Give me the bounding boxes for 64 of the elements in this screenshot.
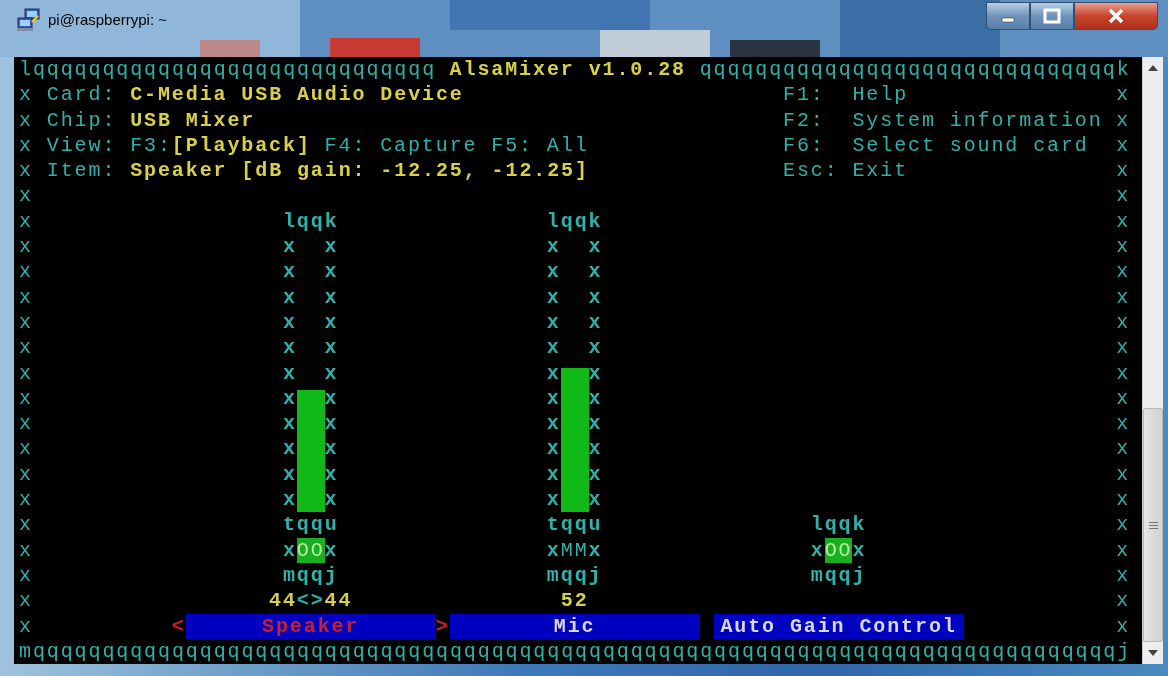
frame-line: mqqj: [282, 562, 339, 589]
help-action: Exit: [852, 158, 908, 184]
view-key: F4:: [324, 132, 367, 159]
frame-line: lqqk: [546, 208, 603, 235]
info-label: View:: [46, 132, 117, 159]
computers-icon: [16, 8, 42, 32]
channel-separator: <>: [296, 588, 325, 614]
selection-marker: >: [435, 613, 450, 639]
up-arrow-icon[interactable]: [1148, 65, 1158, 71]
minimize-icon: [1001, 17, 1015, 23]
view-option: [Playback]: [171, 132, 311, 159]
frame-line: tqqu: [546, 512, 603, 538]
info-value: USB Mixer: [130, 107, 256, 133]
frame-line: x: [852, 537, 867, 563]
border-line: qqqqqqqqqqqqqqqqqqqqqqqqqqqqqqk: [699, 57, 1131, 83]
frame-line: mqqj: [546, 562, 603, 589]
down-arrow-icon[interactable]: [1148, 650, 1158, 656]
info-value: C-Media USB Audio Device: [130, 82, 464, 108]
maximize-button[interactable]: [1030, 2, 1074, 30]
frame-line: mqqj: [810, 562, 867, 589]
scrollbar-thumb[interactable]: [1143, 408, 1163, 642]
frame-line: lqqk: [810, 512, 867, 538]
help-key: F1:: [783, 82, 825, 108]
channel-label: Auto Gain Control: [713, 613, 964, 639]
frame-line: x: [810, 537, 825, 563]
help-action: Help: [852, 82, 908, 108]
frame-line: x: [588, 537, 603, 563]
help-key: Esc:: [783, 158, 839, 184]
channel-label: Speaker: [185, 613, 436, 639]
border-line: xxxxxxxxxxxxxxxxxxxxxx: [1116, 82, 1130, 639]
volume-value: 52: [560, 588, 589, 614]
view-key: F5:: [491, 132, 533, 159]
volume-value: 44: [324, 588, 353, 614]
channel-label: Mic: [449, 613, 700, 639]
view-option: Capture: [380, 132, 478, 159]
window-title: pi@raspberrypi: ~: [48, 11, 168, 28]
view-option: All: [546, 132, 589, 159]
scrollbar[interactable]: [1142, 57, 1163, 664]
selection-marker: <: [171, 613, 186, 639]
border-line: lqqqqqqqqqqqqqqqqqqqqqqqqqqqqq: [19, 57, 436, 83]
frame-line: x: [282, 537, 297, 563]
frame-line: xxxxxxxxxxx: [324, 234, 338, 513]
frame-line: xxxxxxxxxxx: [588, 234, 602, 513]
help-action: System information: [852, 107, 1103, 133]
close-icon: [1107, 8, 1125, 24]
frame-line: x: [546, 537, 561, 563]
help-key: F2:: [783, 107, 825, 133]
minimize-button[interactable]: [986, 2, 1030, 30]
help-action: Select sound card: [852, 132, 1089, 159]
info-label: Chip:: [46, 107, 117, 133]
info-label: Card:: [46, 82, 117, 108]
view-key: F3:: [130, 132, 172, 159]
maximize-icon: [1043, 8, 1061, 24]
grip-icon: [1148, 521, 1158, 529]
app-title: AlsaMixer v1.0.28: [449, 57, 686, 83]
info-value: Speaker [dB gain: -12.25, -12.25]: [130, 158, 589, 184]
frame-line: lqqk: [282, 208, 339, 235]
volume-value: 44: [269, 588, 297, 614]
frame-line: tqqu: [282, 512, 339, 538]
help-key: F6:: [783, 132, 825, 159]
close-button[interactable]: [1074, 2, 1158, 30]
border-line: mqqqqqqqqqqqqqqqqqqqqqqqqqqqqqqqqqqqqqqqqqqqqqqqqqqqqqqqqqqqqqqqqqqqqqqqqqqqqqqj: [19, 638, 1131, 665]
frame-line: x: [324, 537, 339, 563]
info-label: Item:: [46, 158, 117, 184]
